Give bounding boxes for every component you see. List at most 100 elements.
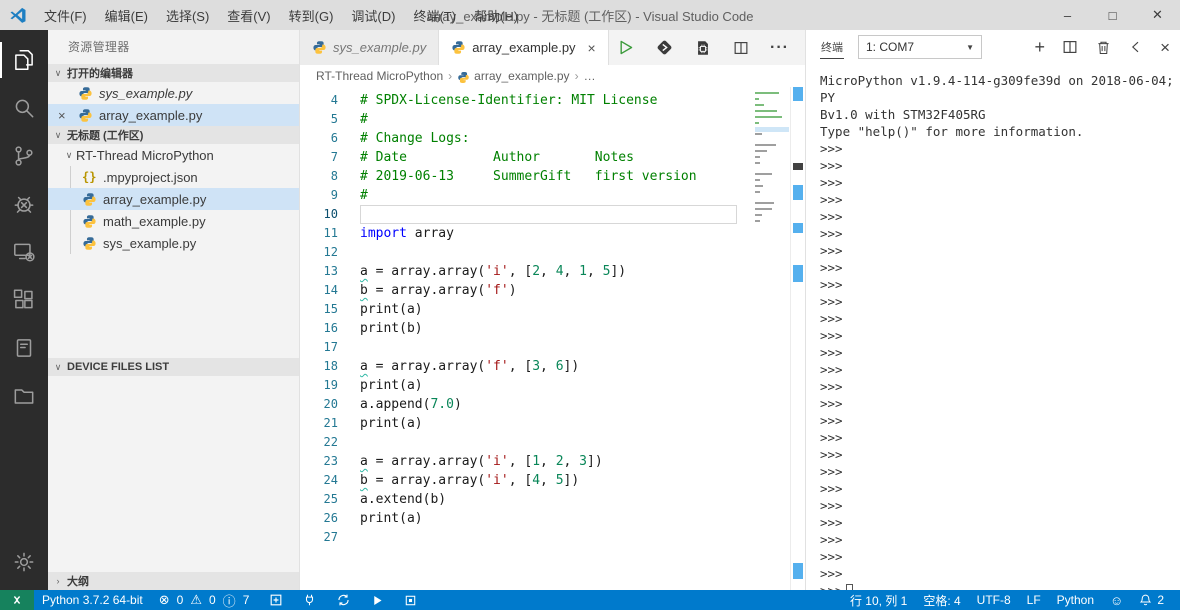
tree-item[interactable]: {} .mpyproject.json <box>48 166 299 188</box>
section-outline[interactable]: › 大纲 <box>48 572 299 590</box>
breadcrumb: RT-Thread MicroPython › array_example.py ›… <box>300 65 805 87</box>
code-text: a = array.array('i', [2, 4, 1, 5]) <box>360 264 627 279</box>
split-editor-button-icon[interactable] <box>732 39 750 57</box>
menu-debug[interactable]: 调试(D) <box>342 6 404 25</box>
download-button-icon[interactable] <box>655 38 674 57</box>
tree-item[interactable]: sys_example.py <box>48 232 299 254</box>
section-open-editors[interactable]: ∨ 打开的编辑器 <box>48 64 299 82</box>
kill-terminal-icon[interactable] <box>1095 39 1112 56</box>
minimap-line <box>755 104 789 109</box>
breadcrumb-label: array_example.py <box>474 69 570 83</box>
status-sync-button[interactable] <box>326 590 361 610</box>
close-panel-icon[interactable]: × <box>1160 39 1170 56</box>
line-number: 15 <box>323 302 338 316</box>
line-number: 12 <box>323 245 338 259</box>
menu-edit[interactable]: 编辑(E) <box>96 6 157 25</box>
explorer-sidebar: 资源管理器 ∨ 打开的编辑器 sys_example.py × array_exam… <box>48 30 300 590</box>
chevron-right-icon: › <box>56 576 60 586</box>
code-line: 27 <box>300 528 737 547</box>
status-feedback[interactable]: ☺ <box>1102 590 1131 610</box>
activity-explorer-icon[interactable] <box>0 36 48 84</box>
status-usb-device-button[interactable] <box>293 590 326 610</box>
activity-search-icon[interactable] <box>0 84 48 132</box>
tree-item[interactable]: array_example.py <box>48 188 299 210</box>
activity-extensions-icon[interactable] <box>0 276 48 324</box>
activity-notebook-icon[interactable] <box>0 324 48 372</box>
minimap[interactable] <box>755 91 789 230</box>
activity-remote-device-icon[interactable] <box>0 228 48 276</box>
minimap-line <box>755 214 789 219</box>
code-editor[interactable]: 4 # SPDX-License-Identifier: MIT License 5… <box>300 87 805 590</box>
activity-debug-icon[interactable] <box>0 180 48 228</box>
menu-selection[interactable]: 选择(S) <box>157 6 218 25</box>
status-eol[interactable]: LF <box>1019 590 1049 610</box>
status-run-button[interactable] <box>361 590 394 610</box>
code-lines: 4 # SPDX-License-Identifier: MIT License 5… <box>300 91 737 547</box>
code-line: 12 <box>300 243 737 262</box>
activity-source-control-icon[interactable] <box>0 132 48 180</box>
status-encoding[interactable]: UTF-8 <box>969 590 1019 610</box>
open-editor-item[interactable]: sys_example.py <box>48 82 299 104</box>
editor-group: sys_example.py array_example.py × ··· RT-T… <box>300 30 805 590</box>
breadcrumb-item[interactable]: RT-Thread MicroPython <box>316 69 443 83</box>
section-workspace[interactable]: ∨ 无标题 (工作区) <box>48 126 299 144</box>
code-text: a.extend(b) <box>360 492 447 507</box>
python-file-icon <box>82 236 97 251</box>
status-language-mode[interactable]: Python <box>1049 590 1102 610</box>
close-icon[interactable]: × <box>588 40 596 56</box>
section-device-files[interactable]: ∨ DEVICE FILES LIST <box>48 358 299 376</box>
status-problems[interactable]: ⊗ 0 ⚠ 0 ⓘ 7 <box>151 590 260 610</box>
tab-array_example.py[interactable]: array_example.py × <box>439 30 609 65</box>
memory-file-button-icon[interactable] <box>694 39 712 57</box>
tab-sys_example.py[interactable]: sys_example.py <box>300 30 440 65</box>
menu-terminal[interactable]: 终端(T) <box>404 6 465 25</box>
previous-icon[interactable] <box>1128 39 1144 55</box>
menu-view[interactable]: 查看(V) <box>218 6 279 25</box>
terminal-prompt-line: >>> <box>820 345 843 360</box>
activity-folder-view-icon[interactable] <box>0 372 48 420</box>
code-text: b = array.array('i', [4, 5]) <box>360 473 580 488</box>
line-number: 13 <box>323 264 338 278</box>
breadcrumb-item[interactable]: array_example.py <box>457 69 570 83</box>
new-terminal-icon[interactable]: + <box>1035 38 1046 56</box>
tree-folder[interactable]: ∨ RT-Thread MicroPython <box>48 144 299 166</box>
minimize-button[interactable]: – <box>1045 0 1090 30</box>
status-notifications[interactable]: 2 <box>1131 590 1172 610</box>
terminal-dropdown[interactable]: 1: COM7 ▼ <box>858 35 982 59</box>
line-number: 19 <box>323 378 338 392</box>
terminal-output[interactable]: MicroPython v1.9.4-114-g309fe39d on 2018… <box>806 64 1180 590</box>
status-cursor-position[interactable]: 行 10, 列 1 <box>842 590 915 610</box>
more-actions-button-icon[interactable]: ··· <box>770 39 789 57</box>
menu-help[interactable]: 帮助(H) <box>465 6 527 25</box>
file-tree: {} .mpyproject.json array_example.py math_e… <box>48 166 299 254</box>
maximize-button[interactable]: □ <box>1090 0 1135 30</box>
status-stop-button[interactable] <box>394 590 427 610</box>
line-number: 22 <box>323 435 338 449</box>
window-controls: – □ ✕ <box>1045 0 1180 30</box>
menu-file[interactable]: 文件(F) <box>35 6 96 25</box>
remote-indicator[interactable] <box>0 590 34 610</box>
tree-item[interactable]: math_example.py <box>48 210 299 232</box>
split-terminal-icon[interactable] <box>1061 38 1079 56</box>
activity-settings-icon[interactable] <box>0 538 48 586</box>
code-line: 5 # <box>300 110 737 129</box>
open-editor-item[interactable]: × array_example.py <box>48 104 299 126</box>
status-add-button[interactable] <box>259 590 293 610</box>
breadcrumb-item[interactable]: … <box>584 69 596 83</box>
menu-bar: 文件(F) 编辑(E) 选择(S) 查看(V) 转到(G) 调试(D) 终端(T) 帮助(H) <box>35 0 527 30</box>
tab-terminal[interactable]: 终端 <box>820 36 844 59</box>
line-number: 24 <box>323 473 338 487</box>
tree-item-label: array_example.py <box>103 191 207 207</box>
close-button[interactable]: ✕ <box>1135 0 1180 30</box>
terminal-prompt-line: >>> <box>820 141 843 156</box>
editor-toolbar: ··· <box>616 30 805 65</box>
dropdown-caret-icon: ▼ <box>966 42 974 52</box>
status-python-interpreter[interactable]: Python 3.7.2 64-bit <box>34 590 151 610</box>
line-number: 9 <box>330 188 338 202</box>
status-indentation[interactable]: 空格: 4 <box>915 590 968 610</box>
menu-go[interactable]: 转到(G) <box>280 6 343 25</box>
close-icon[interactable]: × <box>58 108 66 123</box>
run-button-icon[interactable] <box>616 38 635 57</box>
